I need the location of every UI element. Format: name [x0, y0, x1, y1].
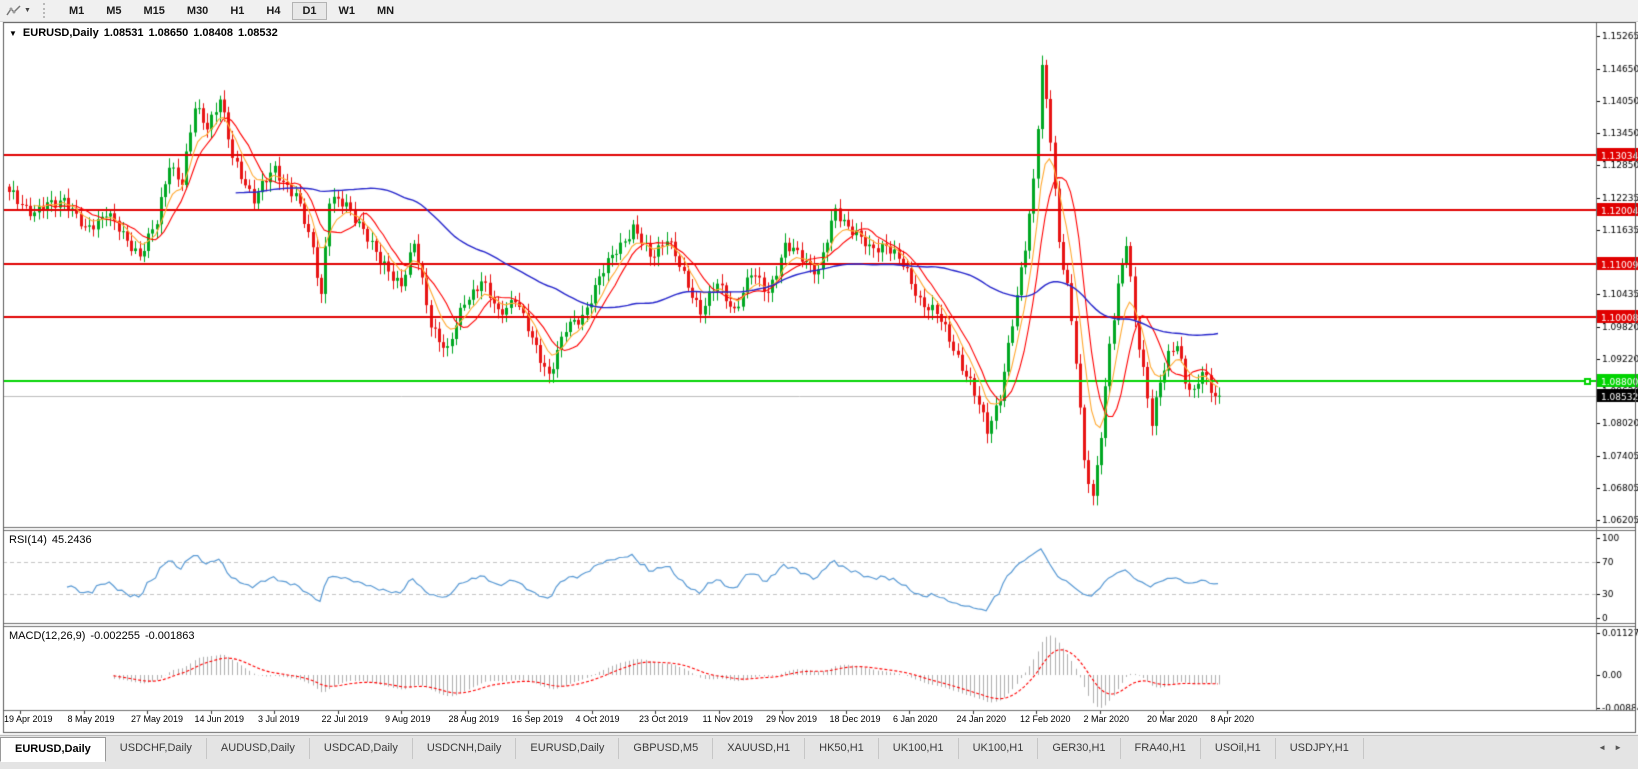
chart-symbol-label: EURUSD,Daily: [23, 27, 99, 39]
quote-low: 1.08408: [193, 27, 233, 39]
chart-tab-eurusd-daily[interactable]: EURUSD,Daily: [516, 738, 619, 759]
quote-open: 1.08531: [104, 27, 144, 39]
chart-tab-usoil-h1[interactable]: USOil,H1: [1201, 738, 1276, 759]
date-tick-label: 29 Nov 2019: [766, 714, 817, 724]
date-axis: 19 Apr 2019 8 May 2019 27 May 2019 14 Jun 2…: [0, 712, 1590, 732]
date-tick-label: 23 Oct 2019: [639, 714, 688, 724]
chart-tab-usdcad-daily[interactable]: USDCAD,Daily: [310, 738, 413, 759]
rsi-value: 45.2436: [52, 534, 92, 546]
macd-signal-value: -0.001863: [145, 630, 195, 642]
timeframe-button-m5[interactable]: M5: [96, 2, 131, 20]
chart-tab-xauusd-h1[interactable]: XAUUSD,H1: [713, 738, 805, 759]
chart-tab-ger30-h1[interactable]: GER30,H1: [1038, 738, 1120, 759]
timeframe-button-h1[interactable]: H1: [220, 2, 254, 20]
chart-tab-audusd-daily[interactable]: AUDUSD,Daily: [207, 738, 310, 759]
date-tick-label: 22 Jul 2019: [322, 714, 369, 724]
macd-name: MACD(12,26,9): [9, 630, 85, 642]
timeframe-toolbar: ▼ M1M5M15M30H1H4D1W1MN: [0, 0, 1638, 22]
chart-canvas[interactable]: [0, 22, 1638, 734]
rsi-name: RSI(14): [9, 534, 47, 546]
date-tick-label: 8 Apr 2020: [1211, 714, 1255, 724]
timeframe-button-w1[interactable]: W1: [329, 2, 366, 20]
chevron-down-icon[interactable]: ▼: [24, 7, 31, 14]
date-tick-label: 16 Sep 2019: [512, 714, 563, 724]
chart-tools-group: ▼: [0, 0, 35, 21]
chart-tab-fra40-h1[interactable]: FRA40,H1: [1121, 738, 1201, 759]
date-tick-label: 27 May 2019: [131, 714, 183, 724]
tab-scroll-controls: ◄►: [1598, 743, 1630, 752]
chart-tab-eurusd-daily[interactable]: EURUSD,Daily: [0, 737, 106, 762]
date-tick-label: 3 Jul 2019: [258, 714, 300, 724]
chart-tab-uk100-h1[interactable]: UK100,H1: [879, 738, 959, 759]
timeframe-buttons: M1M5M15M30H1H4D1W1MN: [58, 0, 405, 21]
scroll-tabs-left-icon[interactable]: ◄: [1598, 743, 1614, 752]
quote-high: 1.08650: [148, 27, 188, 39]
macd-main-value: -0.002255: [90, 630, 140, 642]
chart-tab-usdcnh-daily[interactable]: USDCNH,Daily: [413, 738, 517, 759]
date-tick-label: 9 Aug 2019: [385, 714, 431, 724]
chart-tab-uk100-h1[interactable]: UK100,H1: [959, 738, 1039, 759]
chart-tab-usdchf-daily[interactable]: USDCHF,Daily: [106, 738, 207, 759]
trading-app: { "toolbar": { "timeframe_buttons": ["M1…: [0, 0, 1638, 768]
timeframe-button-mn[interactable]: MN: [367, 2, 404, 20]
chart-tab-usdjpy-h1[interactable]: USDJPY,H1: [1276, 738, 1364, 759]
date-tick-label: 11 Nov 2019: [703, 714, 753, 724]
rsi-indicator-label: RSI(14) 45.2436: [9, 534, 97, 546]
timeframe-button-h4[interactable]: H4: [256, 2, 290, 20]
chart-tabs: EURUSD,DailyUSDCHF,DailyAUDUSD,DailyUSDC…: [0, 736, 1364, 762]
timeframe-button-d1[interactable]: D1: [292, 2, 326, 20]
date-tick-label: 19 Apr 2019: [4, 714, 53, 724]
chart-title: ▼ EURUSD,Daily 1.08531 1.08650 1.08408 1.0853…: [9, 27, 283, 39]
timeframe-button-m15[interactable]: M15: [134, 2, 175, 20]
date-tick-label: 24 Jan 2020: [957, 714, 1007, 724]
timeframe-button-m1[interactable]: M1: [59, 2, 94, 20]
chart-tab-bar: EURUSD,DailyUSDCHF,DailyAUDUSD,DailyUSDC…: [0, 735, 1638, 769]
date-tick-label: 2 Mar 2020: [1084, 714, 1130, 724]
date-tick-label: 12 Feb 2020: [1020, 714, 1071, 724]
date-tick-label: 6 Jan 2020: [893, 714, 938, 724]
date-tick-label: 4 Oct 2019: [576, 714, 620, 724]
date-tick-label: 14 Jun 2019: [195, 714, 245, 724]
chart-tab-hk50-h1[interactable]: HK50,H1: [805, 738, 879, 759]
chart-tab-gbpusd-m5[interactable]: GBPUSD,M5: [619, 738, 713, 759]
timeframe-button-m30[interactable]: M30: [177, 2, 218, 20]
scroll-tabs-right-icon[interactable]: ►: [1614, 743, 1630, 752]
date-tick-label: 28 Aug 2019: [449, 714, 500, 724]
chart-window: ▼ EURUSD,Daily 1.08531 1.08650 1.08408 1.0853…: [0, 22, 1638, 734]
date-tick-label: 20 Mar 2020: [1147, 714, 1198, 724]
macd-indicator-label: MACD(12,26,9) -0.002255 -0.001863: [9, 630, 200, 642]
quote-close: 1.08532: [238, 27, 278, 39]
date-tick-label: 8 May 2019: [68, 714, 115, 724]
date-tick-label: 18 Dec 2019: [830, 714, 881, 724]
toolbar-grip: [43, 3, 50, 18]
line-studies-icon[interactable]: [6, 4, 22, 18]
collapse-chart-icon[interactable]: ▼: [9, 29, 17, 38]
